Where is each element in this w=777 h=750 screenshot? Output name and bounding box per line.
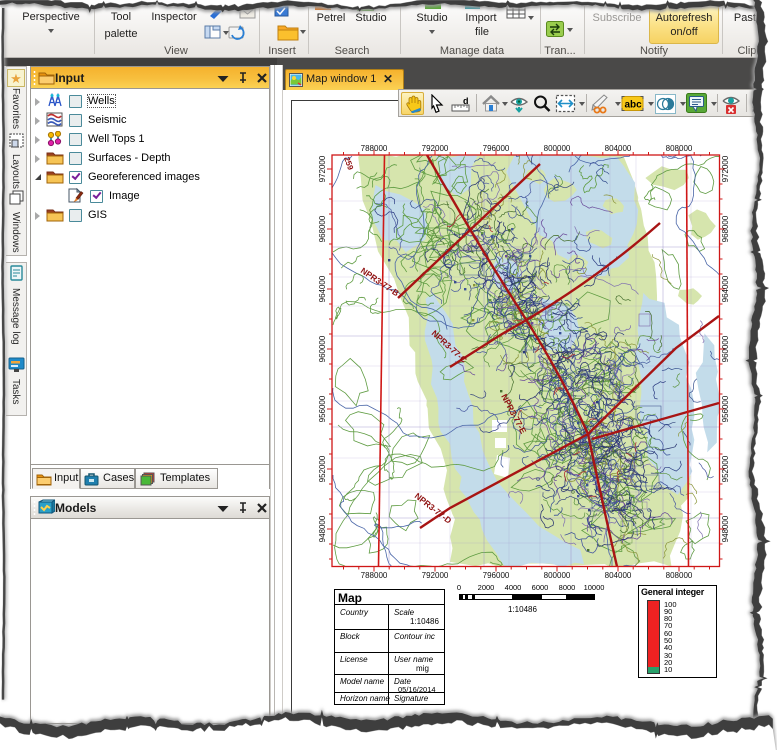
svg-text:972000: 972000: [318, 155, 327, 182]
svg-text:800000: 800000: [544, 144, 571, 153]
svg-text:792000: 792000: [422, 571, 449, 580]
svg-text:956000: 956000: [318, 395, 327, 422]
svg-text:792000: 792000: [422, 144, 449, 153]
svg-text:960000: 960000: [721, 335, 730, 362]
svg-text:972000: 972000: [721, 155, 730, 182]
svg-text:948000: 948000: [721, 515, 730, 542]
svg-text:804000: 804000: [605, 144, 632, 153]
svg-text:948000: 948000: [318, 515, 327, 542]
svg-text:804000: 804000: [605, 571, 632, 580]
svg-text:796000: 796000: [483, 144, 510, 153]
svg-text:800000: 800000: [544, 571, 571, 580]
svg-text:968000: 968000: [721, 215, 730, 242]
svg-text:960000: 960000: [318, 335, 327, 362]
svg-text:abc: abc: [625, 100, 643, 111]
svg-text:796000: 796000: [483, 571, 510, 580]
svg-text:808000: 808000: [666, 571, 693, 580]
svg-text:968000: 968000: [318, 215, 327, 242]
svg-text:808000: 808000: [666, 144, 693, 153]
svg-text:964000: 964000: [721, 275, 730, 302]
svg-text:956000: 956000: [721, 395, 730, 422]
svg-text:952000: 952000: [318, 455, 327, 482]
svg-text:964000: 964000: [318, 275, 327, 302]
svg-text:788000: 788000: [361, 144, 388, 153]
svg-text:952000: 952000: [721, 455, 730, 482]
svg-text:788000: 788000: [361, 571, 388, 580]
